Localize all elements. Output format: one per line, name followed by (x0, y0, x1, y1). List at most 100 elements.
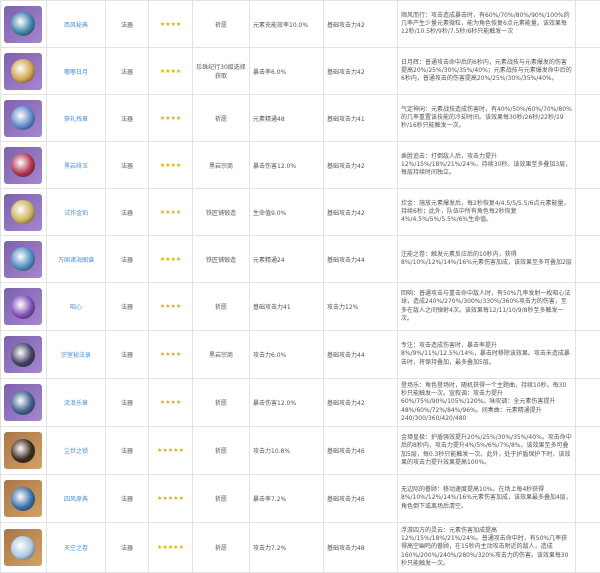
weapon-type: 法器 (106, 189, 149, 236)
weapon-image-cell (1, 189, 47, 236)
weapon-source: 祈愿 (193, 95, 250, 142)
blank-cell (576, 95, 600, 142)
weapon-type: 法器 (106, 523, 149, 573)
weapon-rarity: ★★★★ (149, 331, 193, 379)
table-row: 祭礼残章 法器 ★★★★ 祈愿 元素精通48 基础攻击力41 气定神闲：元素战技… (1, 95, 600, 142)
weapon-image-cell (1, 523, 47, 573)
weapon-substat: 元素精通24 (250, 236, 324, 283)
weapon-name[interactable]: 万国诸海图谱 (47, 236, 106, 283)
weapon-type: 法器 (106, 95, 149, 142)
weapon-image-cell (1, 48, 47, 95)
weapon-substat: 元素精通48 (250, 95, 324, 142)
weapon-effect: 金璋皇极：护盾强效提升20%/25%/30%/35%/40%。攻击命中后的8秒内… (398, 427, 576, 475)
weapon-base-attack: 基础攻击力48 (324, 523, 398, 573)
weapon-source: 黑岩宗商 (193, 142, 250, 189)
weapon-source: 铁匠铺锻造 (193, 189, 250, 236)
weapon-source: 祈愿 (193, 475, 250, 523)
blank-cell (576, 427, 600, 475)
weapon-icon (4, 480, 42, 517)
table-row: 天空之卷 法器 ★★★★★ 祈愿 攻击力7.2% 基础攻击力48 浮游四方的灵云… (1, 523, 600, 573)
weapon-effect: 注能之卷：触发元素反应后的10秒内，获得8%/10%/12%/14%/16%元素… (398, 236, 576, 283)
table-row: 流浪乐章 法器 ★★★★ 祈愿 暴击伤害12.0% 基础攻击力42 登场乐：角色… (1, 379, 600, 427)
weapon-name[interactable]: 试作金珀 (47, 189, 106, 236)
weapon-effect: 回响：普通攻击与重击命中敌人时，有50%几率发射一枚昭心法球，造成240%/27… (398, 283, 576, 331)
weapon-effect: 乘胜追击：打倒敌人后，攻击力提升12%/15%/18%/21%/24%，持续30… (398, 142, 576, 189)
table-row: 试作金珀 法器 ★★★★ 铁匠铺锻造 生命值9.0% 基础攻击力42 炊金：施放… (1, 189, 600, 236)
weapon-image-cell (1, 331, 47, 379)
weapon-image-cell (1, 283, 47, 331)
weapon-source: 祈愿 (193, 1, 250, 48)
weapon-effect: 顺风而行：攻击造成暴击时，有60%/70%/80%/90%/100%的几率产生少… (398, 1, 576, 48)
weapon-effect: 浮游四方的灵云：元素伤害加成提高12%/15%/18%/21%/24%。普通攻击… (398, 523, 576, 573)
weapon-base-attack: 基础攻击力41 (324, 95, 398, 142)
weapon-name[interactable]: 流浪乐章 (47, 379, 106, 427)
weapon-rarity: ★★★★★ (149, 475, 193, 523)
weapon-substat: 暴击率7.2% (250, 475, 324, 523)
weapon-effect: 气定神闲：元素战技造成伤害时，有40%/50%/60%/70%/80%的几率重置… (398, 95, 576, 142)
weapon-rarity: ★★★★ (149, 142, 193, 189)
weapon-image-cell (1, 95, 47, 142)
weapon-image-cell (1, 142, 47, 189)
weapon-substat: 暴击伤害12.0% (250, 379, 324, 427)
weapon-name[interactable]: 黑岩绯玉 (47, 142, 106, 189)
weapon-base-attack: 攻击力12% (324, 283, 398, 331)
weapon-name[interactable]: 尘世之锁 (47, 427, 106, 475)
weapon-name[interactable]: 昭心 (47, 283, 106, 331)
weapon-substat: 攻击力10.8% (250, 427, 324, 475)
table-row: 昭心 法器 ★★★★ 祈愿 基础攻击力41 攻击力12% 回响：普通攻击与重击命… (1, 283, 600, 331)
blank-cell (576, 475, 600, 523)
blank-cell (576, 379, 600, 427)
weapon-type: 法器 (106, 427, 149, 475)
blank-cell (576, 331, 600, 379)
weapon-name[interactable]: 西风秘典 (47, 1, 106, 48)
weapon-icon (4, 529, 42, 566)
weapon-substat: 暴击伤害12.0% (250, 142, 324, 189)
weapon-icon (4, 241, 42, 278)
table-row: 宗室秘法录 法器 ★★★★ 黑岩宗商 攻击力6.0% 基础攻击力44 专注：攻击… (1, 331, 600, 379)
weapon-image-cell (1, 475, 47, 523)
table-row: 尘世之锁 法器 ★★★★★ 祈愿 攻击力10.8% 基础攻击力46 金璋皇极：护… (1, 427, 600, 475)
weapon-name[interactable]: 嘟嘟日月 (47, 48, 106, 95)
weapon-source: 祈愿 (193, 523, 250, 573)
weapon-image-cell (1, 236, 47, 283)
table-row: 四风原典 法器 ★★★★★ 祈愿 暴击率7.2% 基础攻击力46 无边际的眷顾：… (1, 475, 600, 523)
weapon-name[interactable]: 天空之卷 (47, 523, 106, 573)
weapon-base-attack: 基础攻击力46 (324, 475, 398, 523)
weapon-icon (4, 147, 42, 184)
weapon-type: 法器 (106, 1, 149, 48)
weapon-rarity: ★★★★ (149, 95, 193, 142)
blank-cell (576, 189, 600, 236)
table-row: 黑岩绯玉 法器 ★★★★ 黑岩宗商 暴击伤害12.0% 基础攻击力42 乘胜追击… (1, 142, 600, 189)
weapon-base-attack: 基础攻击力42 (324, 189, 398, 236)
weapon-icon (4, 336, 42, 373)
weapon-rarity: ★★★★ (149, 1, 193, 48)
weapon-rarity: ★★★★ (149, 189, 193, 236)
blank-cell (576, 142, 600, 189)
weapon-name[interactable]: 祭礼残章 (47, 95, 106, 142)
weapon-base-attack: 基础攻击力44 (324, 236, 398, 283)
weapon-substat: 基础攻击力41 (250, 283, 324, 331)
weapon-icon (4, 6, 42, 43)
table-row: 西风秘典 法器 ★★★★ 祈愿 元素充能效率10.0% 基础攻击力42 顺风而行… (1, 1, 600, 48)
weapon-rarity: ★★★★★ (149, 523, 193, 573)
weapon-source: 珍珠纪行30级选择获取 (193, 48, 250, 95)
weapon-icon (4, 100, 42, 137)
weapon-effect: 专注：攻击造成伤害时，暴击率提升8%/9%/11%/12.5%/14%，暴击时移… (398, 331, 576, 379)
weapon-rarity: ★★★★ (149, 48, 193, 95)
weapon-effect: 无边际的眷顾：移动速度提高10%。在场上每4秒获得8%/10%/12%/14%/… (398, 475, 576, 523)
weapon-source: 祈愿 (193, 283, 250, 331)
weapon-source: 祈愿 (193, 379, 250, 427)
weapon-table: 西风秘典 法器 ★★★★ 祈愿 元素充能效率10.0% 基础攻击力42 顺风而行… (0, 0, 600, 573)
weapon-source: 铁匠铺锻造 (193, 236, 250, 283)
weapon-icon (4, 288, 42, 325)
weapon-name[interactable]: 四风原典 (47, 475, 106, 523)
weapon-name[interactable]: 宗室秘法录 (47, 331, 106, 379)
weapon-base-attack: 基础攻击力42 (324, 48, 398, 95)
weapon-rarity: ★★★★★ (149, 427, 193, 475)
weapon-base-attack: 基础攻击力46 (324, 427, 398, 475)
weapon-rarity: ★★★★ (149, 236, 193, 283)
weapon-image-cell (1, 427, 47, 475)
weapon-rarity: ★★★★ (149, 283, 193, 331)
weapon-base-attack: 基础攻击力42 (324, 142, 398, 189)
weapon-effect: 日月辉：普通攻击命中后的6秒内，元素战技与元素爆发的伤害提高20%/25%/30… (398, 48, 576, 95)
